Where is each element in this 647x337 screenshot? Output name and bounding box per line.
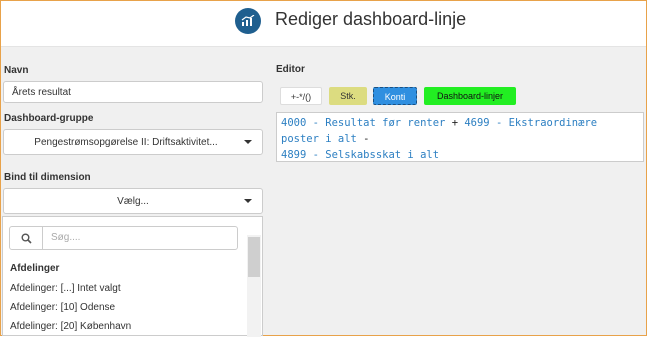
dashboard-gruppe-value: Pengestrømsopgørelse II: Driftsaktivitet… bbox=[34, 137, 218, 148]
bind-dimension-label: Bind til dimension bbox=[4, 172, 91, 183]
konti-button[interactable]: Konti bbox=[373, 87, 417, 105]
group-label: Afdelinger bbox=[10, 263, 60, 274]
account-token[interactable]: 4899 - Selskabsskat i alt bbox=[281, 149, 439, 161]
navn-input[interactable]: Årets resultat bbox=[3, 81, 263, 103]
formula-line-2: 4899 - Selskabsskat i alt bbox=[281, 147, 639, 163]
dropdown-option[interactable]: Afdelinger: [10] Odense bbox=[10, 302, 115, 313]
chevron-down-icon bbox=[244, 199, 252, 203]
navn-label: Navn bbox=[4, 65, 29, 76]
editor-label: Editor bbox=[276, 64, 305, 75]
account-token[interactable]: 4000 - Resultat før renter bbox=[281, 117, 445, 129]
dropdown-option[interactable]: Afdelinger: [20] København bbox=[10, 321, 131, 332]
dimension-select[interactable]: Vælg... bbox=[3, 188, 263, 214]
stk-button[interactable]: Stk. bbox=[329, 87, 367, 105]
search-icon bbox=[10, 227, 43, 249]
operator-token: - bbox=[356, 133, 370, 145]
search-input[interactable]: Søg.... bbox=[51, 232, 80, 243]
chevron-down-icon bbox=[244, 140, 252, 144]
header: Rediger dashboard-linje bbox=[1, 1, 646, 47]
chart-icon bbox=[235, 8, 261, 34]
dashboard-gruppe-label: Dashboard-gruppe bbox=[4, 113, 94, 124]
dropdown-search[interactable]: Søg.... bbox=[9, 226, 238, 250]
scrollbar-thumb[interactable] bbox=[248, 237, 260, 277]
dimension-value: Vælg... bbox=[117, 196, 149, 207]
operator-token: + bbox=[445, 117, 465, 129]
page-title: Rediger dashboard-linje bbox=[275, 9, 467, 29]
formula-editor[interactable]: 4000 - Resultat før renter + 4699 - Ekst… bbox=[276, 112, 644, 162]
dropdown-option[interactable]: Afdelinger: [...] Intet valgt bbox=[10, 283, 121, 294]
dashboard-gruppe-select[interactable]: Pengestrømsopgørelse II: Driftsaktivitet… bbox=[3, 129, 263, 155]
formula-line-1: 4000 - Resultat før renter + 4699 - Ekst… bbox=[281, 115, 639, 147]
dashboard-linjer-button[interactable]: Dashboard-linjer bbox=[424, 87, 516, 105]
dimension-dropdown: Søg.... Afdelinger Afdelinger: [...] Int… bbox=[2, 216, 263, 337]
operators-button[interactable]: +-*/() bbox=[280, 87, 322, 105]
